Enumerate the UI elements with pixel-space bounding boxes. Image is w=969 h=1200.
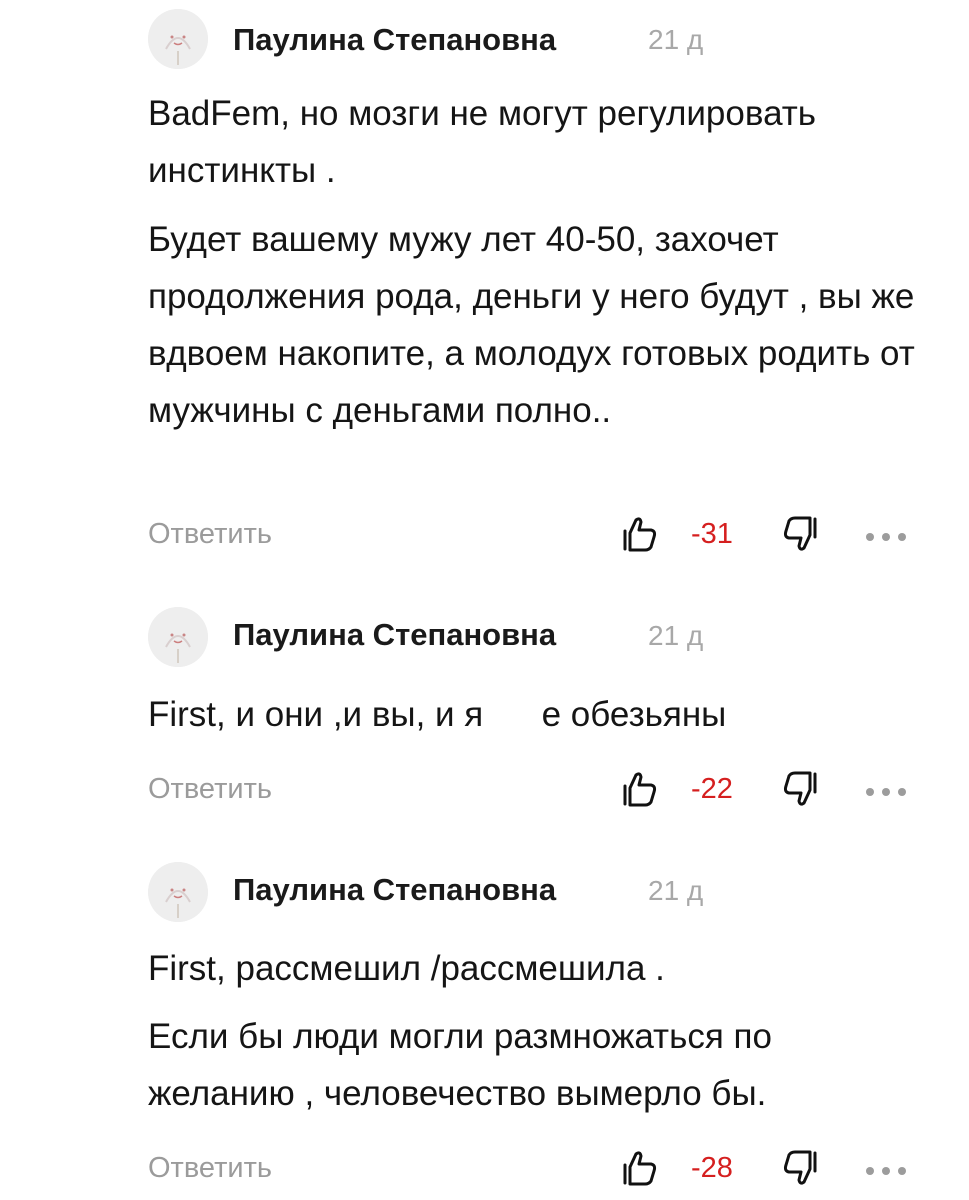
comment-2: Паулина Степановна 21 д First, и они ,и … <box>0 575 969 840</box>
vote-score: -31 <box>691 518 733 550</box>
comment-age: 21 д <box>648 875 704 906</box>
comment-text: First, рассмешил /рассмешила . <box>148 949 665 988</box>
author-name[interactable]: Паулина Степановна <box>233 872 556 908</box>
comment-text: Будет вашему мужу лет 40-50, захочет про… <box>148 220 915 430</box>
comment-text: Если бы люди могли размножаться по желан… <box>148 1017 772 1113</box>
comment-text: BadFem, но мозги не могут регулировать и… <box>148 94 817 190</box>
author-name[interactable]: Паулина Степановна <box>233 22 556 58</box>
comment-age: 21 д <box>648 620 704 651</box>
comment-age: 21 д <box>648 24 704 55</box>
thumbs-down-icon[interactable] <box>780 1148 820 1188</box>
author-avatar[interactable] <box>148 862 208 922</box>
avatar-image <box>148 607 208 667</box>
vote-score: -22 <box>691 773 733 805</box>
author-name[interactable]: Паулина Степановна <box>233 617 556 653</box>
thumbs-down-icon[interactable] <box>780 514 820 554</box>
more-dots-icon[interactable] <box>864 1166 908 1176</box>
thumbs-up-icon[interactable] <box>620 769 660 809</box>
reply-button[interactable]: Ответить <box>148 1152 272 1185</box>
comment-text: First, и они ,и вы, и я е обезьяны <box>148 695 727 734</box>
reply-button[interactable]: Ответить <box>148 773 272 806</box>
author-avatar[interactable] <box>148 9 208 69</box>
avatar-image <box>148 862 208 922</box>
comment-1: Паулина Степановна 21 д BadFem, но мозги… <box>0 0 969 575</box>
thumbs-up-icon[interactable] <box>620 1148 660 1188</box>
more-dots-icon[interactable] <box>864 532 908 542</box>
reply-button[interactable]: Ответить <box>148 518 272 551</box>
more-dots-icon[interactable] <box>864 787 908 797</box>
avatar-image <box>148 9 208 69</box>
thumbs-down-icon[interactable] <box>780 769 820 809</box>
comment-3: Паулина Степановна 21 д First, рассмешил… <box>0 840 969 1200</box>
thumbs-up-icon[interactable] <box>620 514 660 554</box>
vote-score: -28 <box>691 1152 733 1184</box>
author-avatar[interactable] <box>148 607 208 667</box>
